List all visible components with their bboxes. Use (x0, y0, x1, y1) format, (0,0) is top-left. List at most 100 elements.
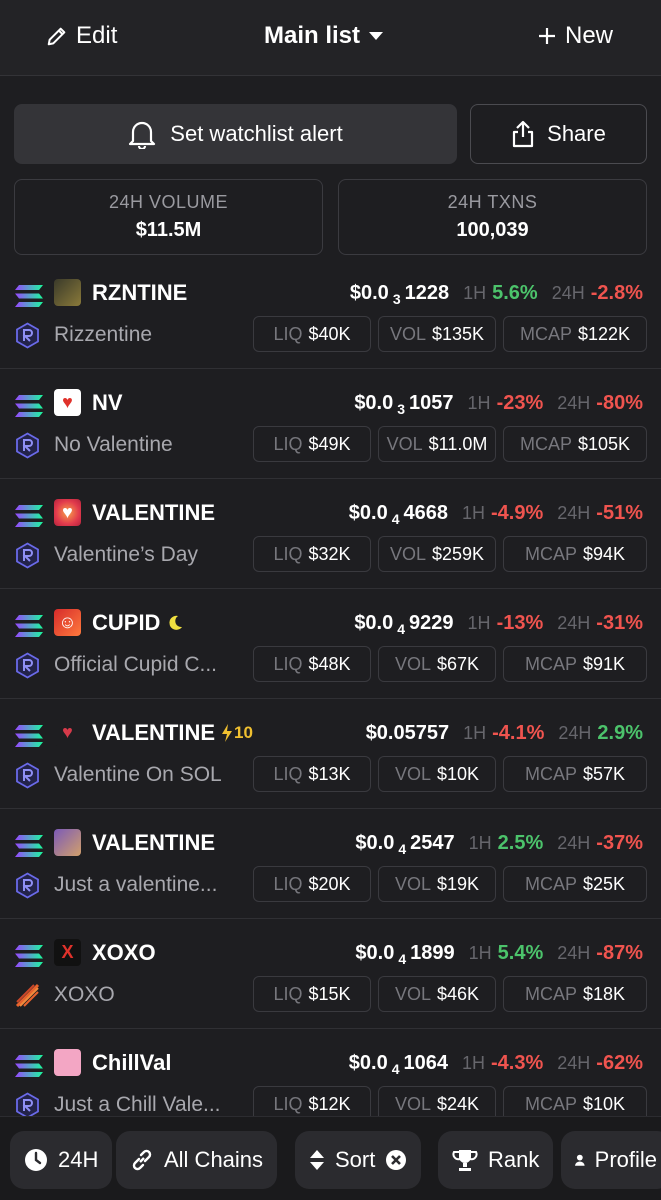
volume-chip: VOL $259K (378, 536, 496, 572)
share-icon (513, 120, 534, 148)
solana-icon (15, 615, 43, 637)
token-price: $0.05757 (365, 722, 450, 744)
change-24h-label: 24H (557, 503, 591, 523)
mcap-label: MCAP (524, 873, 577, 894)
volume-chip: VOL $10K (378, 756, 496, 792)
price-digits: 4668 (403, 502, 449, 524)
volume-stat-card: 24H VOLUME $11.5M (14, 179, 323, 255)
profile-label: Profile (594, 1147, 657, 1172)
liquidity-chip: LIQ $32K (253, 536, 371, 572)
mcap-value: $25K (582, 873, 626, 894)
token-row[interactable]: VALENTINE Just a valentine... $0.0 4 2547 1H 2… (0, 809, 661, 919)
volume-chip: VOL $135K (378, 316, 496, 352)
new-label: New (564, 22, 613, 49)
sort-button[interactable]: Sort (295, 1131, 422, 1189)
price-digits: 1064 (403, 1052, 449, 1074)
price-line: $0.05757 1H -4.1% 24H 2.9% (366, 720, 643, 746)
vol-value: $19K (436, 873, 480, 894)
change-1h-label: 1H (467, 613, 491, 633)
txns-stat-card: 24H TXNS 100,039 (338, 179, 647, 255)
chains-label: All Chains (164, 1147, 264, 1172)
token-name: Just a valentine... (54, 873, 218, 896)
volume-chip: VOL $67K (378, 646, 496, 682)
liquidity-chip: LIQ $40K (253, 316, 371, 352)
caret-down-icon (369, 32, 384, 40)
mcap-label: MCAP (524, 983, 577, 1004)
token-row[interactable]: ♥ VALENTINE 10 Valentine On SOL $0.05757 1H -4… (0, 699, 661, 809)
token-price: $0.0 (355, 832, 395, 854)
edit-button[interactable]: Edit (46, 22, 117, 50)
change-1h-label: 1H (467, 393, 491, 413)
token-row[interactable]: ☺ CUPID Official Cupid C... $0.0 4 9229 1H -13%… (0, 589, 661, 699)
token-price: $0.0 (355, 942, 395, 964)
raydium-icon (16, 322, 39, 349)
token-symbol: VALENTINE (92, 720, 216, 745)
vol-value: $46K (436, 983, 480, 1004)
chains-button[interactable]: All Chains (116, 1131, 278, 1189)
token-list: RZNTINE Rizzentine $0.0 3 1228 1H 5.6% 24H -2.8%… (0, 259, 661, 1116)
lightning-icon (222, 723, 233, 742)
rank-button[interactable]: Rank (438, 1131, 554, 1189)
token-symbol-line: NV (92, 389, 123, 416)
token-price: $0.0 (348, 502, 388, 524)
token-name: Valentine’s Day (54, 543, 198, 566)
token-name: No Valentine (54, 433, 173, 456)
change-1h: -23% (496, 392, 544, 414)
token-symbol: XOXO (92, 940, 156, 965)
mcap-chip: MCAP $25K (503, 866, 647, 902)
token-symbol: VALENTINE (92, 500, 216, 525)
top-bar: Edit Main list New (0, 0, 661, 76)
token-row[interactable]: X XOXO XOXO $0.0 4 1899 1H 5.4% 24H -87% LIQ $15K VO… (0, 919, 661, 1029)
change-24h: -2.8% (590, 282, 643, 304)
change-1h: -4.9% (491, 502, 544, 524)
sort-label: Sort (335, 1147, 376, 1172)
token-row[interactable]: ♥ VALENTINE Valentine’s Day $0.0 4 4668 1H -4.9… (0, 479, 661, 589)
bell-icon (129, 121, 156, 149)
token-image (54, 829, 81, 856)
price-zero-count: 3 (392, 291, 401, 307)
change-24h-label: 24H (557, 833, 591, 853)
list-selector[interactable]: Main list (264, 22, 384, 50)
liq-value: $15K (308, 983, 351, 1004)
token-row[interactable]: RZNTINE Rizzentine $0.0 3 1228 1H 5.6% 24H -2.8%… (0, 259, 661, 369)
change-24h: -51% (596, 502, 643, 524)
token-row[interactable]: ♥ NV No Valentine $0.0 3 1057 1H -23% 24H -80% LIQ… (0, 369, 661, 479)
mcap-label: MCAP (519, 433, 572, 454)
clear-sort-icon[interactable] (385, 1149, 407, 1171)
raydium-icon (16, 762, 39, 789)
change-24h-label: 24H (557, 613, 591, 633)
token-symbol-line: RZNTINE (92, 279, 187, 306)
set-watchlist-alert-button[interactable]: Set watchlist alert (14, 104, 457, 164)
vol-value: $11.0M (428, 433, 488, 454)
price-zero-count: 4 (398, 841, 407, 857)
liq-value: $48K (308, 653, 351, 674)
new-list-button[interactable]: New (537, 22, 613, 50)
change-24h: -80% (596, 392, 643, 414)
liq-label: LIQ (273, 433, 303, 454)
vol-value: $24K (436, 1093, 480, 1114)
raydium-icon (16, 542, 39, 569)
bottom-filter-bar: 24H All Chains Sort Rank Profile (0, 1116, 661, 1200)
mcap-label: MCAP (519, 323, 572, 344)
liq-label: LIQ (273, 543, 303, 564)
change-24h-label: 24H (551, 283, 585, 303)
liq-label: LIQ (273, 873, 303, 894)
price-digits: 1899 (410, 942, 455, 964)
token-symbol-line: ChillVal (92, 1049, 171, 1076)
price-zero-count: 4 (391, 1061, 400, 1077)
pencil-icon (47, 27, 66, 46)
change-1h-label: 1H (463, 723, 487, 743)
mcap-label: MCAP (524, 543, 577, 564)
share-button[interactable]: Share (470, 104, 647, 164)
price-digits: 1228 (404, 282, 450, 304)
liq-value: $13K (308, 763, 351, 784)
token-image: ♥ (54, 719, 81, 746)
boost-count: 10 (234, 723, 253, 742)
mcap-chip: MCAP $57K (503, 756, 647, 792)
profile-button[interactable]: Profile (561, 1131, 661, 1189)
timeframe-button[interactable]: 24H (10, 1131, 113, 1189)
token-symbol-line: VALENTINE (92, 829, 215, 856)
liq-label: LIQ (273, 983, 303, 1004)
token-row[interactable]: ChillVal Just a Chill Vale... $0.0 4 1064 1H -… (0, 1029, 661, 1116)
change-24h: -62% (596, 1052, 643, 1074)
